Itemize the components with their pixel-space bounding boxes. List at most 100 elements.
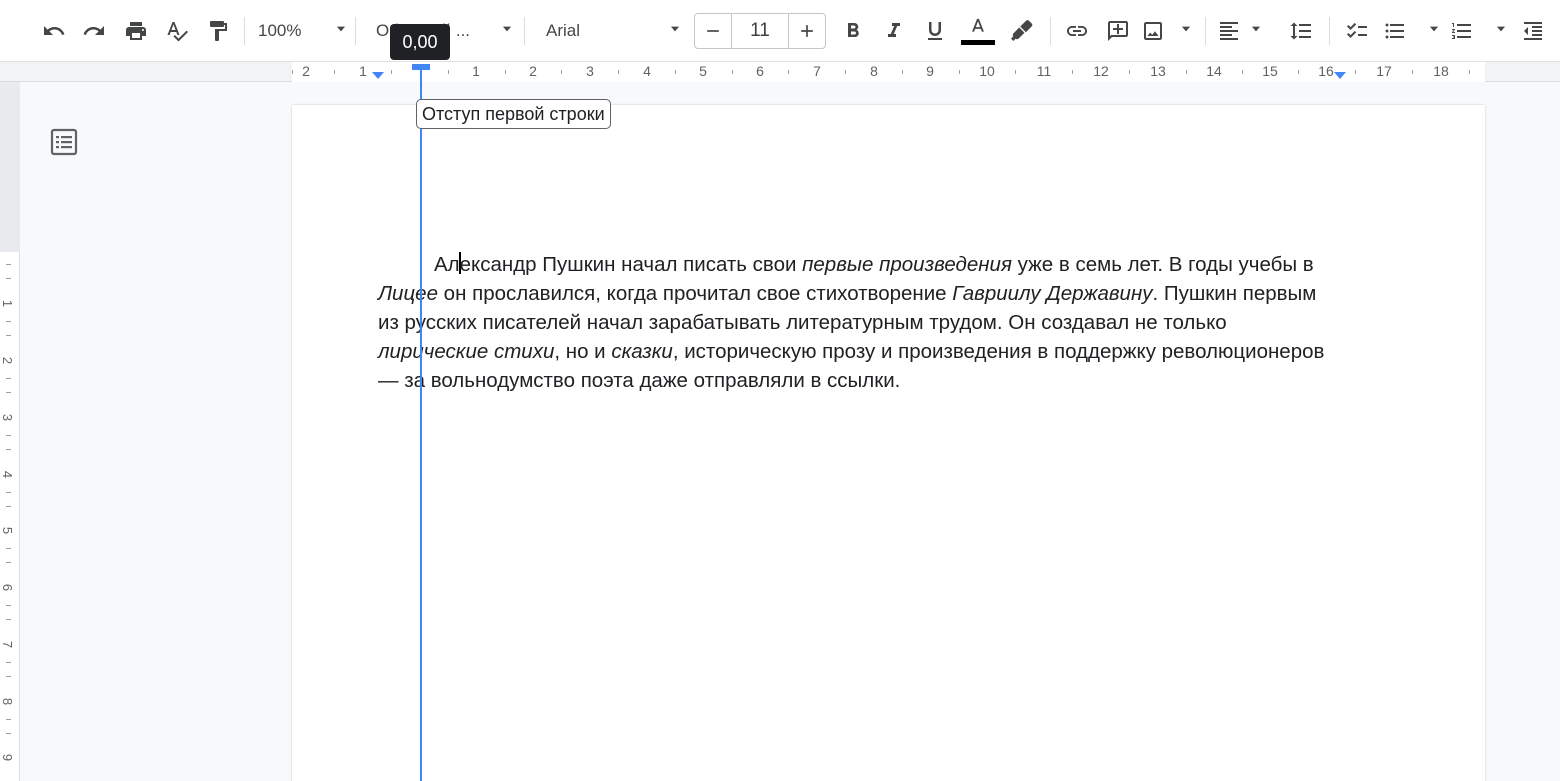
toolbar-separator: [524, 17, 525, 45]
zoom-select[interactable]: 100%: [258, 13, 348, 49]
highlight-button[interactable]: [1003, 13, 1039, 49]
minus-icon: [707, 30, 719, 32]
ruler-tick: [618, 70, 619, 74]
ruler-number: 12: [1093, 63, 1109, 79]
insert-link-button[interactable]: [1059, 13, 1095, 49]
document-page[interactable]: [292, 105, 1485, 781]
add-comment-button[interactable]: [1100, 13, 1136, 49]
vertical-ruler-number: 7: [0, 640, 16, 649]
underline-button[interactable]: [917, 13, 953, 49]
left-indent-marker[interactable]: [372, 72, 384, 79]
vertical-ruler-number: 4: [0, 470, 16, 479]
vertical-ruler-number: 2: [0, 356, 16, 365]
vertical-ruler-tick: [6, 676, 11, 677]
font-select[interactable]: Arial: [546, 13, 682, 49]
vertical-ruler-tick: [6, 449, 11, 450]
add-comment-icon: [1108, 21, 1128, 41]
toolbar-separator: [1205, 17, 1206, 45]
ruler-tick: [561, 70, 562, 74]
spellcheck-icon: [167, 22, 188, 42]
ruler-tick: [959, 70, 960, 74]
ruler-number: 6: [756, 63, 764, 79]
align-left-icon: [1220, 22, 1238, 40]
undo-icon: [44, 26, 65, 35]
paint-roller-icon: [210, 21, 227, 41]
chevron-down-icon: [334, 22, 348, 41]
ruler-number: 10: [979, 63, 995, 79]
checklist-button[interactable]: [1339, 13, 1375, 49]
ruler-tick: [448, 70, 449, 74]
horizontal-ruler[interactable]: 2 1 1 2 3 4 5 6 7 8 9 10 11 12 13 14 15 …: [0, 62, 1560, 82]
vertical-ruler-tick: [6, 392, 11, 393]
bold-icon: [848, 23, 859, 37]
highlighter-icon: [1011, 20, 1033, 41]
docs-editor: 100% Обычный ... Arial 11: [0, 0, 1560, 781]
ruler-number: 3: [586, 63, 594, 79]
numbered-list-button[interactable]: [1450, 13, 1508, 49]
ruler-tick: [1412, 70, 1413, 74]
chevron-down-icon: [1427, 22, 1441, 41]
font-size-control: 11: [694, 13, 826, 49]
document-outline-icon: [50, 128, 78, 156]
toolbar-separator: [244, 17, 245, 45]
italic-text-run: Лицее: [378, 282, 438, 305]
redo-button[interactable]: [76, 13, 112, 49]
vertical-ruler-tick: [6, 733, 11, 734]
italic-text-run: первые произведения: [802, 253, 1012, 276]
checklist-icon: [1347, 22, 1367, 38]
decrease-font-size-button[interactable]: [695, 14, 731, 48]
text-run: он прославился, когда прочитал свое стих…: [437, 282, 953, 305]
chevron-down-icon: [500, 22, 514, 41]
vertical-ruler-tick: [6, 548, 11, 549]
chevron-down-icon: [1179, 22, 1193, 41]
chevron-down-icon: [1494, 22, 1508, 41]
align-button[interactable]: [1217, 13, 1263, 49]
toolbar-separator: [355, 17, 356, 45]
vertical-ruler-tick: [6, 562, 11, 563]
undo-button[interactable]: [36, 13, 72, 49]
ruler-number: 18: [1433, 63, 1449, 79]
ruler-tick: [1469, 70, 1470, 74]
ruler-tick: [505, 70, 506, 74]
ruler-tick: [1072, 70, 1073, 74]
print-icon: [126, 22, 146, 40]
document-paragraph[interactable]: Александр Пушкин начал писать свои первы…: [378, 250, 1328, 395]
insert-image-button[interactable]: [1141, 13, 1193, 49]
print-button[interactable]: [118, 13, 154, 49]
text-run: ександр Пушкин начал писать свои: [459, 253, 803, 276]
italic-text-run: сказки: [611, 340, 673, 363]
text-color-button[interactable]: [959, 13, 997, 49]
ruler-number: 13: [1150, 63, 1166, 79]
line-spacing-button[interactable]: [1283, 13, 1319, 49]
vertical-ruler-number: 5: [0, 526, 16, 535]
ruler-number: 9: [926, 63, 934, 79]
right-indent-marker[interactable]: [1334, 72, 1346, 79]
ruler-tick: [1129, 70, 1130, 74]
paint-format-button[interactable]: [200, 13, 236, 49]
ruler-tick: [1015, 70, 1016, 74]
bulleted-list-button[interactable]: [1383, 13, 1441, 49]
ruler-number: 4: [643, 63, 651, 79]
vertical-ruler-tick: [6, 506, 11, 507]
ruler-tick: [334, 70, 335, 74]
ruler-tick: [1298, 70, 1299, 74]
bulleted-list-icon: [1385, 23, 1404, 39]
spellcheck-button[interactable]: [159, 13, 195, 49]
bold-button[interactable]: [835, 13, 871, 49]
italic-button[interactable]: [876, 13, 912, 49]
image-icon: [1144, 22, 1162, 40]
decrease-indent-icon: [1524, 22, 1542, 40]
ruler-number: 5: [699, 63, 707, 79]
vertical-ruler-number: 6: [0, 583, 16, 592]
decrease-indent-button[interactable]: [1516, 13, 1550, 49]
vertical-ruler-tick: [6, 321, 11, 322]
italic-icon: [888, 23, 900, 37]
document-outline-button[interactable]: [48, 126, 80, 158]
chevron-down-icon: [668, 22, 682, 41]
indent-guide-line: [420, 70, 422, 781]
increase-font-size-button[interactable]: [789, 14, 825, 48]
font-size-input[interactable]: 11: [731, 14, 789, 48]
ruler-number: 2: [302, 63, 310, 79]
vertical-ruler[interactable]: 1 2 3 4 5 6 7 8 9: [0, 252, 20, 781]
vertical-ruler-tick: [6, 619, 11, 620]
